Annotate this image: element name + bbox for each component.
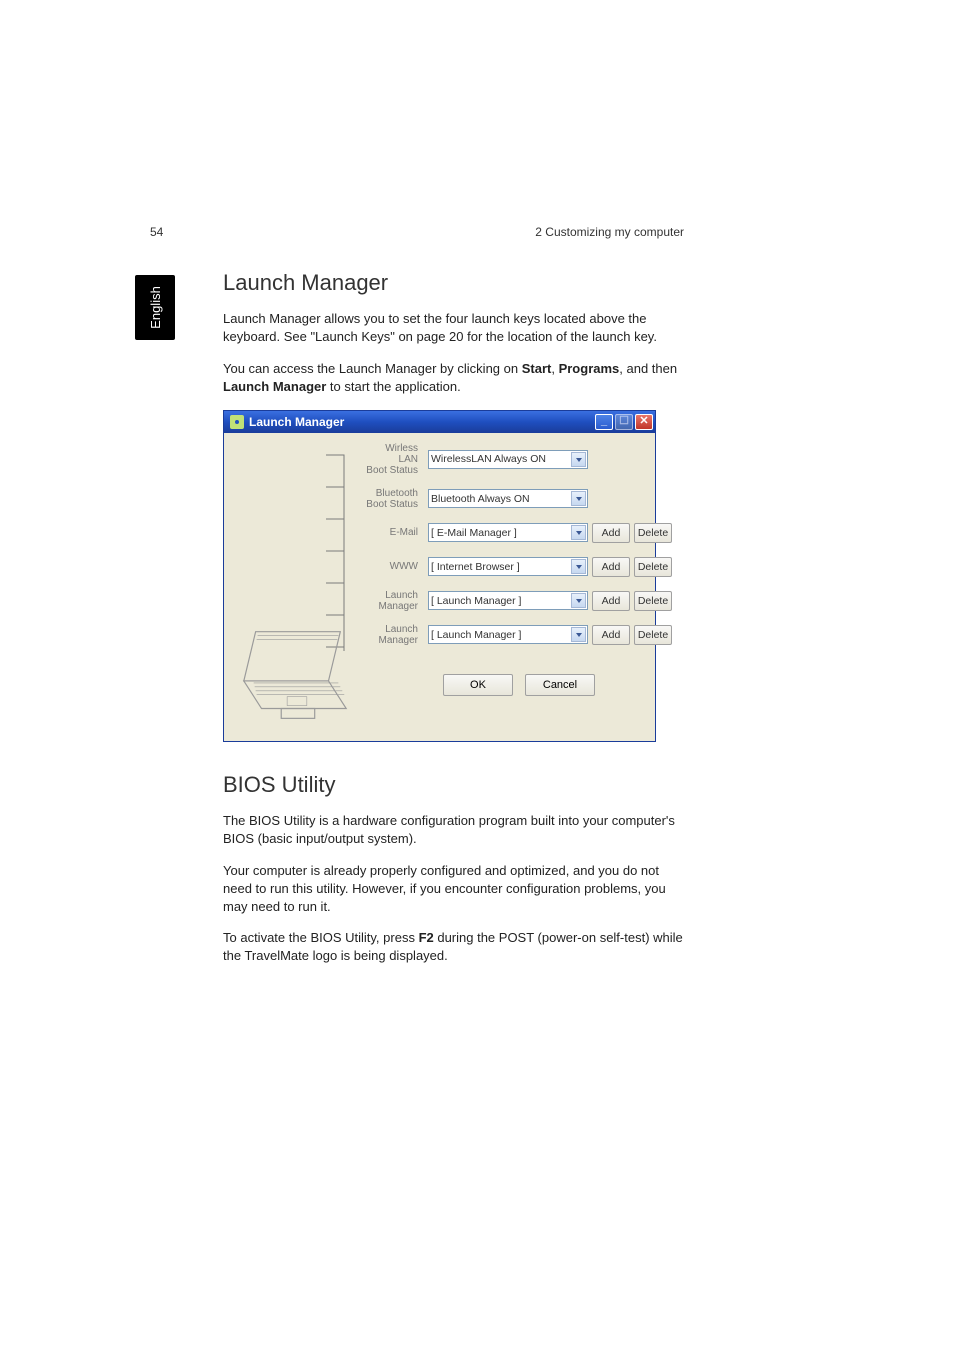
paragraph: To activate the BIOS Utility, press F2 d…	[223, 929, 683, 965]
bold-programs: Programs	[559, 361, 620, 376]
chapter-title: 2 Customizing my computer	[535, 225, 684, 239]
wlan-select[interactable]: WirelessLAN Always ON	[428, 450, 588, 469]
text: You can access the Launch Manager by cli…	[223, 361, 522, 376]
chevron-down-icon	[576, 599, 582, 603]
language-label: English	[148, 286, 163, 329]
www-select[interactable]: [ Internet Browser ]	[428, 557, 588, 576]
paragraph: Launch Manager allows you to set the fou…	[223, 310, 683, 346]
select-value: [ Launch Manager ]	[431, 629, 521, 641]
window-title: Launch Manager	[249, 415, 344, 429]
row-bluetooth: Bluetooth Boot Status Bluetooth Always O…	[366, 488, 672, 510]
text: To activate the BIOS Utility, press	[223, 930, 419, 945]
window-titlebar[interactable]: Launch Manager _ ☐ ✕	[224, 411, 655, 433]
row-label: Launch Manager	[366, 624, 424, 646]
row-email: E-Mail [ E-Mail Manager ] Add Delete	[366, 522, 672, 544]
paragraph: You can access the Launch Manager by cli…	[223, 360, 683, 396]
left-illustration-area	[236, 443, 366, 723]
select-value: [ E-Mail Manager ]	[431, 527, 517, 539]
laptop-icon	[232, 627, 360, 727]
launch2-select[interactable]: [ Launch Manager ]	[428, 625, 588, 644]
select-value: WirelessLAN Always ON	[431, 453, 546, 465]
delete-button[interactable]: Delete	[634, 557, 672, 577]
bold-launch-manager: Launch Manager	[223, 379, 326, 394]
bluetooth-select[interactable]: Bluetooth Always ON	[428, 489, 588, 508]
page-number: 54	[150, 225, 163, 239]
close-button[interactable]: ✕	[635, 414, 653, 430]
ok-button[interactable]: OK	[443, 674, 513, 696]
email-select[interactable]: [ E-Mail Manager ]	[428, 523, 588, 542]
row-label: WWW	[366, 561, 424, 572]
add-button[interactable]: Add	[592, 557, 630, 577]
row-label: Wirless LAN Boot Status	[366, 443, 424, 476]
page-content: Launch Manager Launch Manager allows you…	[223, 270, 683, 979]
launch-manager-window: Launch Manager _ ☐ ✕	[223, 410, 656, 742]
paragraph: The BIOS Utility is a hardware configura…	[223, 812, 683, 848]
bracket-graphic	[326, 451, 356, 651]
text: , and then	[619, 361, 677, 376]
select-value: [ Internet Browser ]	[431, 561, 520, 573]
minimize-button[interactable]: _	[595, 414, 613, 430]
app-icon	[230, 415, 244, 429]
delete-button[interactable]: Delete	[634, 625, 672, 645]
maximize-button: ☐	[615, 414, 633, 430]
add-button[interactable]: Add	[592, 523, 630, 543]
launch1-select[interactable]: [ Launch Manager ]	[428, 591, 588, 610]
chevron-down-icon	[576, 458, 582, 462]
cancel-button[interactable]: Cancel	[525, 674, 595, 696]
text: Your computer is already properly config…	[223, 863, 666, 914]
row-label: Bluetooth Boot Status	[366, 488, 424, 510]
bold-start: Start	[522, 361, 552, 376]
paragraph: Your computer is already properly config…	[223, 862, 683, 916]
language-tab: English	[135, 275, 175, 340]
row-launch-2: Launch Manager [ Launch Manager ] Add De…	[366, 624, 672, 646]
section-title-bios-utility: BIOS Utility	[223, 772, 683, 798]
delete-button[interactable]: Delete	[634, 523, 672, 543]
text: ,	[551, 361, 558, 376]
add-button[interactable]: Add	[592, 625, 630, 645]
section-title-launch-manager: Launch Manager	[223, 270, 683, 296]
select-value: Bluetooth Always ON	[431, 493, 530, 505]
settings-rows: Wirless LAN Boot Status WirelessLAN Alwa…	[366, 443, 672, 696]
select-value: [ Launch Manager ]	[431, 595, 521, 607]
row-label: E-Mail	[366, 527, 424, 538]
chevron-down-icon	[576, 531, 582, 535]
running-header: 54 2 Customizing my computer	[150, 225, 684, 239]
text: Launch Manager allows you to set the fou…	[223, 311, 657, 344]
add-button[interactable]: Add	[592, 591, 630, 611]
row-wlan: Wirless LAN Boot Status WirelessLAN Alwa…	[366, 443, 672, 476]
row-www: WWW [ Internet Browser ] Add Delete	[366, 556, 672, 578]
chevron-down-icon	[576, 565, 582, 569]
text: The BIOS Utility is a hardware configura…	[223, 813, 675, 846]
text: to start the application.	[326, 379, 460, 394]
chevron-down-icon	[576, 633, 582, 637]
row-label: Launch Manager	[366, 590, 424, 612]
delete-button[interactable]: Delete	[634, 591, 672, 611]
row-launch-1: Launch Manager [ Launch Manager ] Add De…	[366, 590, 672, 612]
chevron-down-icon	[576, 497, 582, 501]
bold-f2: F2	[419, 930, 434, 945]
